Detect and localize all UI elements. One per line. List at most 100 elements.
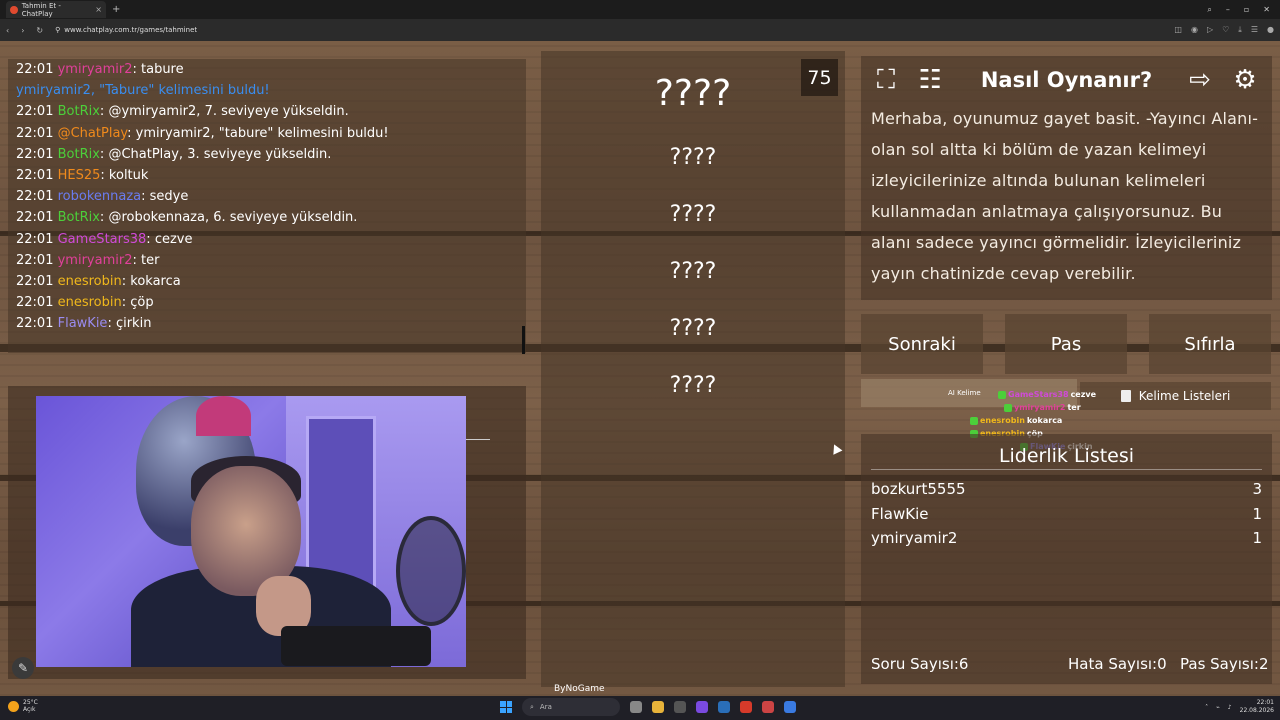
search-icon: ⌕ [530,702,534,711]
mini-chat-text: kokarca [1026,416,1063,425]
pass-button[interactable]: Pas [1005,314,1127,374]
player-name: ymiryamir2 [871,529,958,547]
browser-toolbar-icons: ◫ ◉ ▷ ♡ ⤓ ☰ ● [1174,25,1274,35]
chat-text: çöp [130,295,154,311]
tab-close-icon[interactable]: × [95,5,102,14]
player-name: bozkurt5555 [871,480,966,498]
chat-text: @ymiryamir2, 7. seviyeye yükseldin. [108,104,349,120]
chat-separator: : [132,252,141,268]
chat-username: ymiryamir2 [57,62,133,77]
leaderboard-panel [861,434,1272,684]
maximize-icon[interactable]: ▫ [1244,5,1249,15]
pen-tool-icon[interactable]: ✎ [12,657,34,679]
cam-line [466,439,490,440]
camera-icon[interactable]: ◉ [1191,25,1198,35]
tray-chevron-icon[interactable]: ˄ [1205,704,1208,711]
chat-time: 22:01 [16,189,54,205]
profile-icon[interactable]: ● [1267,25,1274,35]
chat-separator: : [141,189,150,205]
chat-separator: : [121,295,131,311]
volume-icon[interactable]: ♪ [1228,704,1232,711]
taskbar-search[interactable]: ⌕ Ara [522,698,620,716]
next-button[interactable]: Sonraki [861,314,983,374]
play-icon[interactable]: ▷ [1207,25,1213,35]
app-icon[interactable] [674,701,686,713]
url-field[interactable]: ⚲ www.chatplay.com.tr/games/tahminet [55,26,197,34]
forward-icon[interactable]: › [21,26,24,35]
chat-username: enesrobin [57,295,122,311]
menu-icon[interactable]: ☰ [1251,25,1258,35]
chat-message: 22:01 @ChatPlay: ymiryamir2, "tabure" ke… [16,126,389,141]
start-windows-icon[interactable] [500,701,512,713]
word-lists-label: Kelime Listeleri [1138,389,1231,403]
taskbar-apps: ⌕ Ara [500,698,796,716]
player-name: FlawKie [871,504,929,523]
chat-separator: : [132,62,141,77]
chat-time: 22:01 [16,210,54,226]
discord-icon[interactable] [696,701,708,713]
error-count: Hata Sayısı:0 [1068,655,1167,673]
chat-time: 22:01 [16,104,54,120]
countdown-timer: 75 [801,59,838,96]
chat-message: 22:01 ymiryamir2: ter [16,253,159,268]
minimize-icon[interactable]: – [1226,5,1230,15]
chatplay-favicon-icon [10,5,18,14]
download-icon[interactable]: ⤓ [1238,25,1242,35]
leaderboard-row: ymiryamir2 1 [871,529,1262,547]
chat-message: 22:01 enesrobin: çöp [16,295,154,310]
chat-message: 22:01 enesrobin: kokarca [16,274,181,289]
new-tab-button[interactable]: + [112,4,120,15]
chat-time: 22:01 [16,231,54,247]
chat-username: ymiryamir2 [57,252,133,268]
chat-message: 22:01 FlawKie: çirkin [16,316,151,331]
clock[interactable]: 22:01 22.08.2026 [1240,699,1274,715]
address-bar: ‹ › ↻ ⚲ www.chatplay.com.tr/games/tahmin… [0,19,1280,41]
weather-widget[interactable]: 25°C Açık [8,699,38,713]
reset-button[interactable]: Sıfırla [1149,314,1271,374]
opera-icon[interactable] [740,701,752,713]
exit-icon[interactable]: ⇨ [1182,62,1218,98]
mini-chat-user: ymiryamir2 [1014,403,1066,412]
chat-text: koltuk [108,168,149,183]
chat-message: 22:01 BotRix: @ymiryamir2, 7. seviyeye y… [16,104,349,119]
heart-icon[interactable]: ♡ [1222,25,1229,35]
extension-icon[interactable]: ◫ [1174,25,1182,35]
mini-chat-user: enesrobin [980,416,1025,425]
tab-title: Tahmin Et - ChatPlay [21,1,61,18]
task-view-icon[interactable] [630,701,642,713]
notepad-icon[interactable] [784,701,796,713]
obs-icon[interactable] [762,701,774,713]
player-score: 3 [1252,480,1262,498]
chat-username: ymiryamir2, "Tabure" kelimesini buldu! [16,83,270,99]
chat-separator: : [121,274,131,289]
chat-time: 22:01 [16,316,54,332]
network-icon[interactable]: ⌁ [1216,704,1220,711]
search-label: Ara [539,703,552,711]
mini-chat-user: GameStars38 [1008,390,1069,399]
desk-fan [396,516,466,626]
reload-icon[interactable]: ↻ [36,26,43,35]
player-score: 1 [1252,529,1262,547]
search-tabs-icon[interactable]: ⌕ [1207,5,1211,15]
file-explorer-icon[interactable] [652,701,664,713]
browser-tab[interactable]: Tahmin Et - ChatPlay × [6,1,106,18]
site-info-icon[interactable]: ⚲ [55,26,60,34]
forbidden-word: ???? [669,259,717,284]
close-window-icon[interactable]: ✕ [1263,5,1270,15]
player-score: 1 [1252,504,1262,523]
settings-gear-icon[interactable]: ⚙ [1227,62,1263,98]
chat-time: 22:01 [16,295,54,311]
chat-username: HES25 [57,168,101,183]
chat-time: 22:01 [16,125,54,141]
chat-text: çirkin [115,316,152,332]
forbidden-word: ???? [669,316,717,341]
chat-username: BotRix [57,210,100,226]
chat-username: robokennaza [57,189,142,205]
steam-icon[interactable] [718,701,730,713]
chat-separator: : [107,316,116,332]
forbidden-word: ???? [669,202,717,227]
word-lists-button[interactable]: Kelime Listeleri [1080,382,1271,410]
badge-icon [1004,403,1012,412]
back-icon[interactable]: ‹ [6,26,9,35]
chat-username: FlawKie [57,316,108,332]
